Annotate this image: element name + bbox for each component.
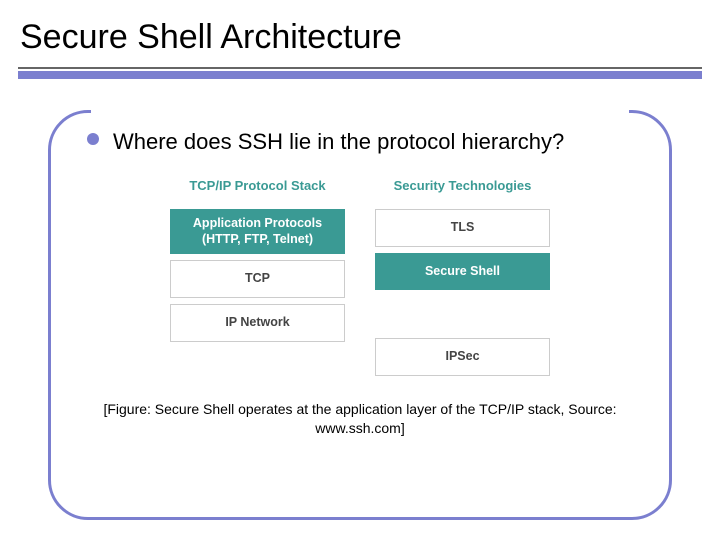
box-application-protocols: Application Protocols(HTTP, FTP, Telnet) <box>170 209 345 254</box>
bullet-text: Where does SSH lie in the protocol hiera… <box>113 125 564 158</box>
slide-body: Where does SSH lie in the protocol hiera… <box>48 110 672 520</box>
left-column: TCP/IP Protocol Stack Application Protoc… <box>170 172 345 376</box>
box-tcp: TCP <box>170 260 345 298</box>
box-ip-network: IP Network <box>170 304 345 342</box>
box-secure-shell: Secure Shell <box>375 253 550 291</box>
slide: Secure Shell Architecture Where does SSH… <box>0 0 720 540</box>
rule-accent <box>18 71 702 79</box>
rule-thin <box>18 67 702 69</box>
box-ipsec: IPSec <box>375 338 550 376</box>
slide-title: Secure Shell Architecture <box>0 0 720 67</box>
protocol-diagram: TCP/IP Protocol Stack Application Protoc… <box>87 172 633 376</box>
box-tls: TLS <box>375 209 550 247</box>
bullet-item: Where does SSH lie in the protocol hiera… <box>87 125 633 158</box>
spacer <box>375 296 550 332</box>
figure-caption: [Figure: Secure Shell operates at the ap… <box>87 400 633 439</box>
bullet-icon <box>87 133 99 145</box>
right-column: Security Technologies TLS Secure Shell I… <box>375 172 550 376</box>
right-column-header: Security Technologies <box>375 172 550 203</box>
left-column-header: TCP/IP Protocol Stack <box>170 172 345 203</box>
